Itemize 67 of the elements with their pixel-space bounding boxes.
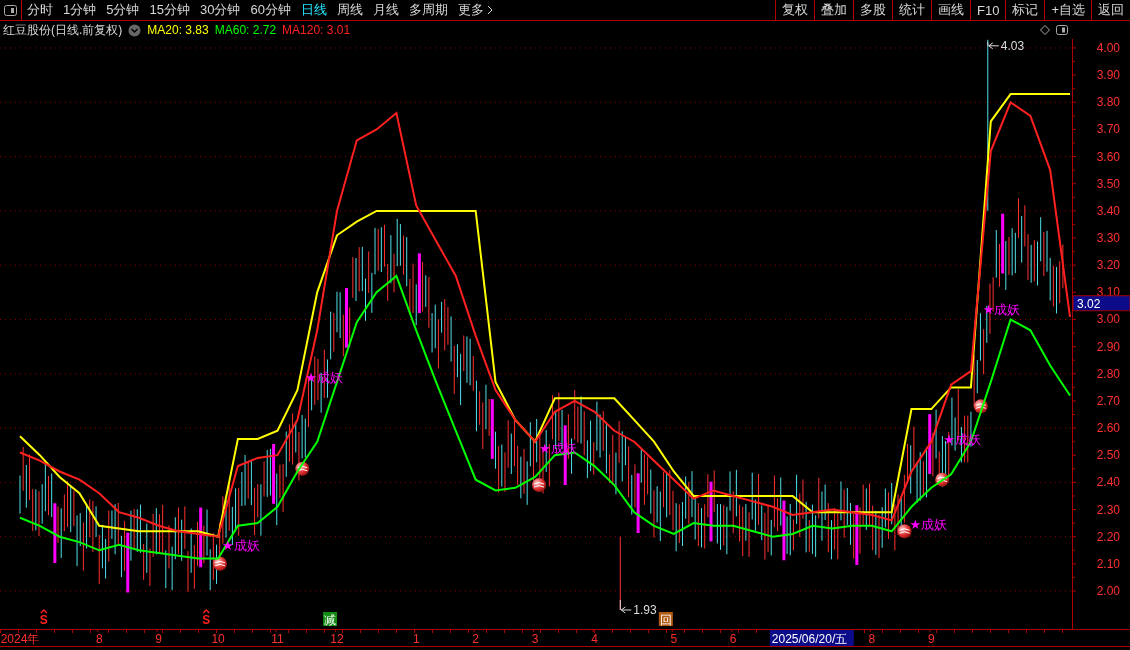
indicator-value: MA60: 2.72 xyxy=(214,23,277,37)
axis-label: 2.50 xyxy=(1096,448,1120,463)
axis-label: 3.00 xyxy=(1096,312,1120,327)
axis-label: 2.00 xyxy=(1096,584,1120,598)
axis-label: 3.60 xyxy=(1096,149,1120,164)
axis-label: 10 xyxy=(211,632,225,646)
axis-label: 12 xyxy=(330,632,344,646)
toolbar-button[interactable]: 返回 xyxy=(1091,0,1130,20)
axis-label: 9 xyxy=(155,632,162,646)
axis-label: 2.30 xyxy=(1096,502,1120,517)
axis-label: 4.00 xyxy=(1096,40,1120,55)
toolbar-button[interactable]: 复权 xyxy=(775,0,814,20)
axis-label: 5 xyxy=(670,632,678,646)
axis-label: 2.20 xyxy=(1096,529,1120,544)
axis-label: 4 xyxy=(591,632,598,646)
axis-label: 9 xyxy=(928,632,935,646)
period-tab[interactable]: 月线 xyxy=(367,0,404,20)
axis-label: 2.90 xyxy=(1096,339,1120,354)
period-tab[interactable]: 多周期 xyxy=(403,0,453,20)
axis-label: 3.90 xyxy=(1096,68,1120,83)
axis-label: 8 xyxy=(95,632,103,646)
event-badge: 回 xyxy=(658,612,673,627)
period-tab[interactable]: 分时 xyxy=(22,0,58,20)
toolbar-button[interactable]: 叠加 xyxy=(814,0,853,20)
axis-label: 3.80 xyxy=(1096,95,1120,110)
event-badge: 减 xyxy=(323,612,338,627)
axis-label: 2 xyxy=(472,632,479,646)
chart-title: 红豆股份(日线.前复权) xyxy=(3,21,123,39)
axis-label: 3.70 xyxy=(1096,122,1120,137)
toolbar-button[interactable]: +自选 xyxy=(1044,0,1091,20)
toolbar-button[interactable]: F10 xyxy=(970,0,1006,20)
period-tab[interactable]: 更多 xyxy=(452,0,498,20)
axis-label: 2.70 xyxy=(1096,393,1120,408)
event-mark: S xyxy=(39,613,48,627)
axis-label: 3.30 xyxy=(1096,231,1120,245)
period-tab[interactable]: 30分钟 xyxy=(194,0,246,20)
axis-label: 2.10 xyxy=(1096,556,1120,571)
axis-label: 1 xyxy=(412,632,420,646)
period-tab[interactable]: 15分钟 xyxy=(144,0,195,20)
axis-label: 3.50 xyxy=(1096,176,1120,191)
cursor-date-label: 2025/06/20/五 xyxy=(769,630,854,646)
axis-label: 8 xyxy=(868,632,876,646)
indicator-value: MA120: 3.01 xyxy=(282,23,351,37)
axis-label: 3 xyxy=(531,632,539,646)
signal-label: ★成妖 xyxy=(909,516,948,532)
toolbar-button[interactable]: 统计 xyxy=(892,0,931,20)
price-extreme-label: 1.93 xyxy=(633,603,657,617)
period-tab[interactable]: 周线 xyxy=(331,0,368,20)
axis-label: 2024年 xyxy=(0,632,40,646)
indicator-value: MA20: 3.83 xyxy=(147,23,209,37)
toolbar-button[interactable]: 多股 xyxy=(853,0,892,20)
axis-label: 11 xyxy=(271,632,284,646)
axis-label: 2.40 xyxy=(1096,475,1120,490)
axis-label: 6 xyxy=(729,632,737,646)
axis-label: 2.80 xyxy=(1096,366,1120,381)
price-tag: 3.02 xyxy=(1072,295,1130,312)
toolbar-button[interactable]: 画线 xyxy=(931,0,970,20)
period-tab[interactable]: 1分钟 xyxy=(58,0,102,20)
period-tab[interactable]: 60分钟 xyxy=(245,0,296,20)
axis-label: 3.40 xyxy=(1096,203,1120,218)
axis-label: 2.60 xyxy=(1096,421,1120,436)
axis-label: 3.20 xyxy=(1096,258,1120,273)
toolbar-button[interactable]: 标记 xyxy=(1005,0,1045,20)
period-tab[interactable]: 5分钟 xyxy=(101,0,145,20)
period-tab[interactable]: 日线 xyxy=(295,0,332,20)
event-mark: S xyxy=(202,613,211,627)
price-extreme-label: 4.03 xyxy=(1000,39,1025,53)
